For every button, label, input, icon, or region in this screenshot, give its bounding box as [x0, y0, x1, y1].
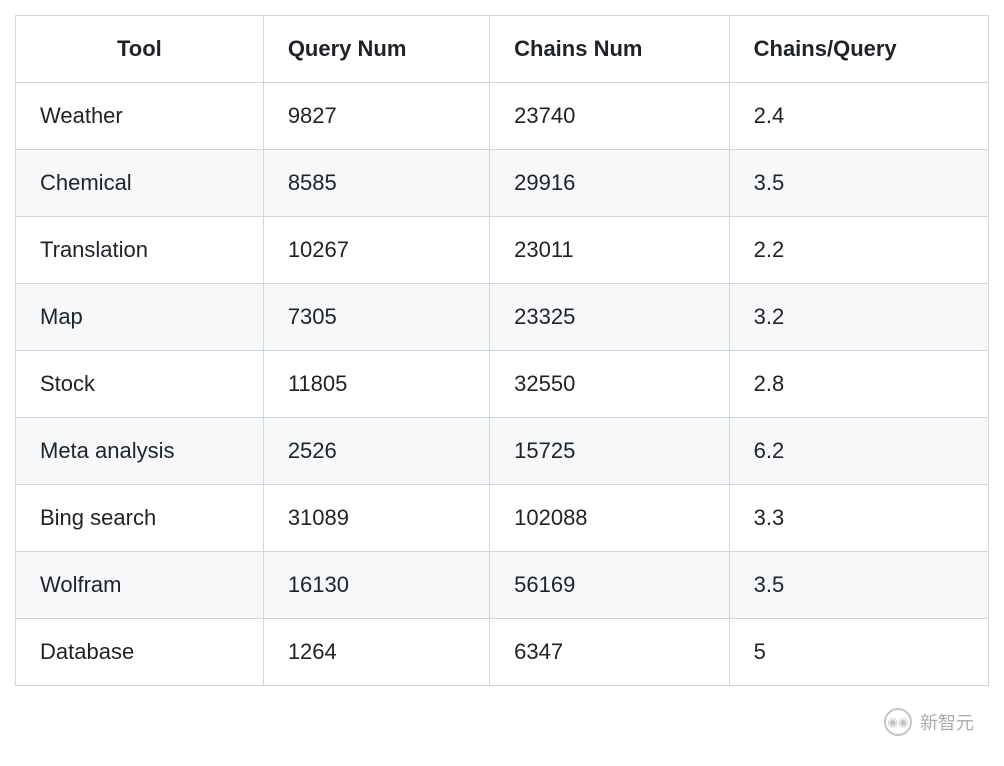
watermark: ◉◉ 新智元	[884, 708, 974, 736]
cell-query-num: 16130	[263, 552, 489, 619]
cell-tool: Wolfram	[16, 552, 264, 619]
cell-tool: Bing search	[16, 485, 264, 552]
table-row: Map 7305 23325 3.2	[16, 284, 989, 351]
col-header-tool: Tool	[16, 16, 264, 83]
cell-chains-num: 29916	[490, 150, 730, 217]
cell-query-num: 1264	[263, 619, 489, 686]
watermark-text: 新智元	[920, 709, 974, 735]
cell-chains-num: 15725	[490, 418, 730, 485]
cell-tool: Stock	[16, 351, 264, 418]
data-table: Tool Query Num Chains Num Chains/Query W…	[15, 15, 989, 686]
table-row: Stock 11805 32550 2.8	[16, 351, 989, 418]
table-row: Meta analysis 2526 15725 6.2	[16, 418, 989, 485]
col-header-chains-per-query: Chains/Query	[729, 16, 988, 83]
cell-chains-num: 32550	[490, 351, 730, 418]
cell-chains-num: 56169	[490, 552, 730, 619]
cell-chains-num: 6347	[490, 619, 730, 686]
cell-chains-per-query: 6.2	[729, 418, 988, 485]
cell-tool: Map	[16, 284, 264, 351]
cell-chains-num: 23740	[490, 83, 730, 150]
cell-chains-per-query: 2.2	[729, 217, 988, 284]
cell-query-num: 11805	[263, 351, 489, 418]
cell-tool: Chemical	[16, 150, 264, 217]
cell-tool: Weather	[16, 83, 264, 150]
table-body: Weather 9827 23740 2.4 Chemical 8585 299…	[16, 83, 989, 686]
cell-chains-per-query: 2.8	[729, 351, 988, 418]
col-header-chains-num: Chains Num	[490, 16, 730, 83]
table-row: Wolfram 16130 56169 3.5	[16, 552, 989, 619]
cell-chains-per-query: 3.2	[729, 284, 988, 351]
cell-query-num: 10267	[263, 217, 489, 284]
cell-tool: Meta analysis	[16, 418, 264, 485]
cell-query-num: 31089	[263, 485, 489, 552]
cell-chains-per-query: 3.5	[729, 552, 988, 619]
cell-query-num: 9827	[263, 83, 489, 150]
cell-chains-per-query: 3.3	[729, 485, 988, 552]
cell-tool: Database	[16, 619, 264, 686]
table-row: Database 1264 6347 5	[16, 619, 989, 686]
table-row: Bing search 31089 102088 3.3	[16, 485, 989, 552]
cell-chains-num: 23011	[490, 217, 730, 284]
cell-chains-num: 102088	[490, 485, 730, 552]
table-row: Weather 9827 23740 2.4	[16, 83, 989, 150]
col-header-query-num: Query Num	[263, 16, 489, 83]
cell-chains-per-query: 2.4	[729, 83, 988, 150]
cell-query-num: 7305	[263, 284, 489, 351]
cell-query-num: 2526	[263, 418, 489, 485]
cell-query-num: 8585	[263, 150, 489, 217]
cell-chains-per-query: 5	[729, 619, 988, 686]
cell-tool: Translation	[16, 217, 264, 284]
cell-chains-num: 23325	[490, 284, 730, 351]
wechat-icon: ◉◉	[884, 708, 912, 736]
header-row: Tool Query Num Chains Num Chains/Query	[16, 16, 989, 83]
table-row: Translation 10267 23011 2.2	[16, 217, 989, 284]
cell-chains-per-query: 3.5	[729, 150, 988, 217]
table-row: Chemical 8585 29916 3.5	[16, 150, 989, 217]
table-header: Tool Query Num Chains Num Chains/Query	[16, 16, 989, 83]
